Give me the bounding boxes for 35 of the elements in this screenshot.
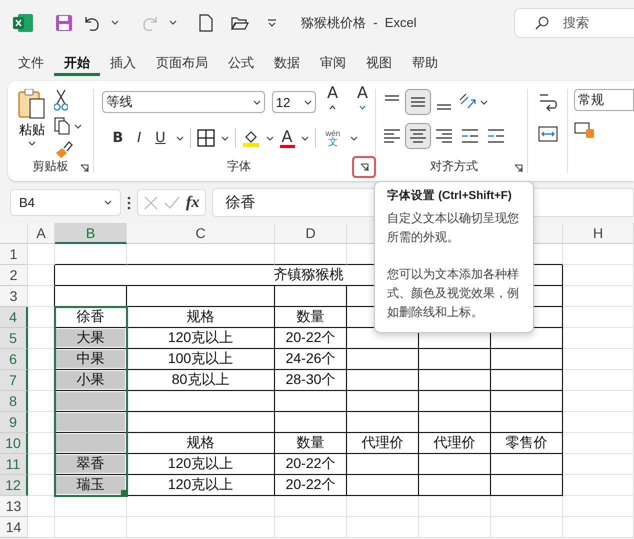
table-title: 齐镇猕猴桃 xyxy=(274,266,344,284)
table-cell: 翠香 xyxy=(55,454,127,475)
font-name: 等线 xyxy=(106,93,132,111)
tooltip-title: 字体设置 (Ctrl+Shift+F) xyxy=(387,188,513,203)
group-label: 字体 xyxy=(226,159,251,173)
table-cell: 120克以上 xyxy=(127,328,275,349)
table-cell: 零售价 xyxy=(491,433,563,454)
table-cell: 数量 xyxy=(275,307,347,328)
table-cell: 小果 xyxy=(55,370,127,391)
table-cell: 规格 xyxy=(127,433,275,454)
search-placeholder: 搜索 xyxy=(563,14,589,32)
table-cell: 数量 xyxy=(275,433,347,454)
group-label: 对齐方式 xyxy=(430,159,478,173)
table-cell: 28-30个 xyxy=(275,370,347,391)
table-cell: 代理价 xyxy=(419,433,491,454)
table-cell: 120克以上 xyxy=(127,454,275,475)
table-cell: 120克以上 xyxy=(127,475,275,496)
cell-reference: B4 xyxy=(19,195,35,210)
number-format: 常规 xyxy=(578,91,604,109)
table-cell: 80克以上 xyxy=(127,370,275,391)
table-cell: 20-22个 xyxy=(275,328,347,349)
table-cell: 瑞玉 xyxy=(55,475,127,496)
table-cell: 20-22个 xyxy=(275,454,347,475)
tooltip-text: 自定义文本以确切呈现您所需的外观。 xyxy=(387,210,520,246)
table-cell: 规格 xyxy=(127,307,275,328)
window-title: 猕猴桃价格 - Excel xyxy=(301,14,417,32)
table-cell: 大果 xyxy=(55,328,127,349)
group-label: 剪贴板 xyxy=(32,159,69,173)
font-size: 12 xyxy=(276,94,290,110)
table-cell: 24-26个 xyxy=(275,349,347,370)
table-cell: 100克以上 xyxy=(127,349,275,370)
table-cell: 20-22个 xyxy=(275,475,347,496)
tooltip-text: 您可以为文本添加各种样式、颜色及视觉效果，例如删除线和上标。 xyxy=(387,266,520,321)
table-cell: 代理价 xyxy=(347,433,419,454)
table-cell: 中果 xyxy=(55,349,127,370)
